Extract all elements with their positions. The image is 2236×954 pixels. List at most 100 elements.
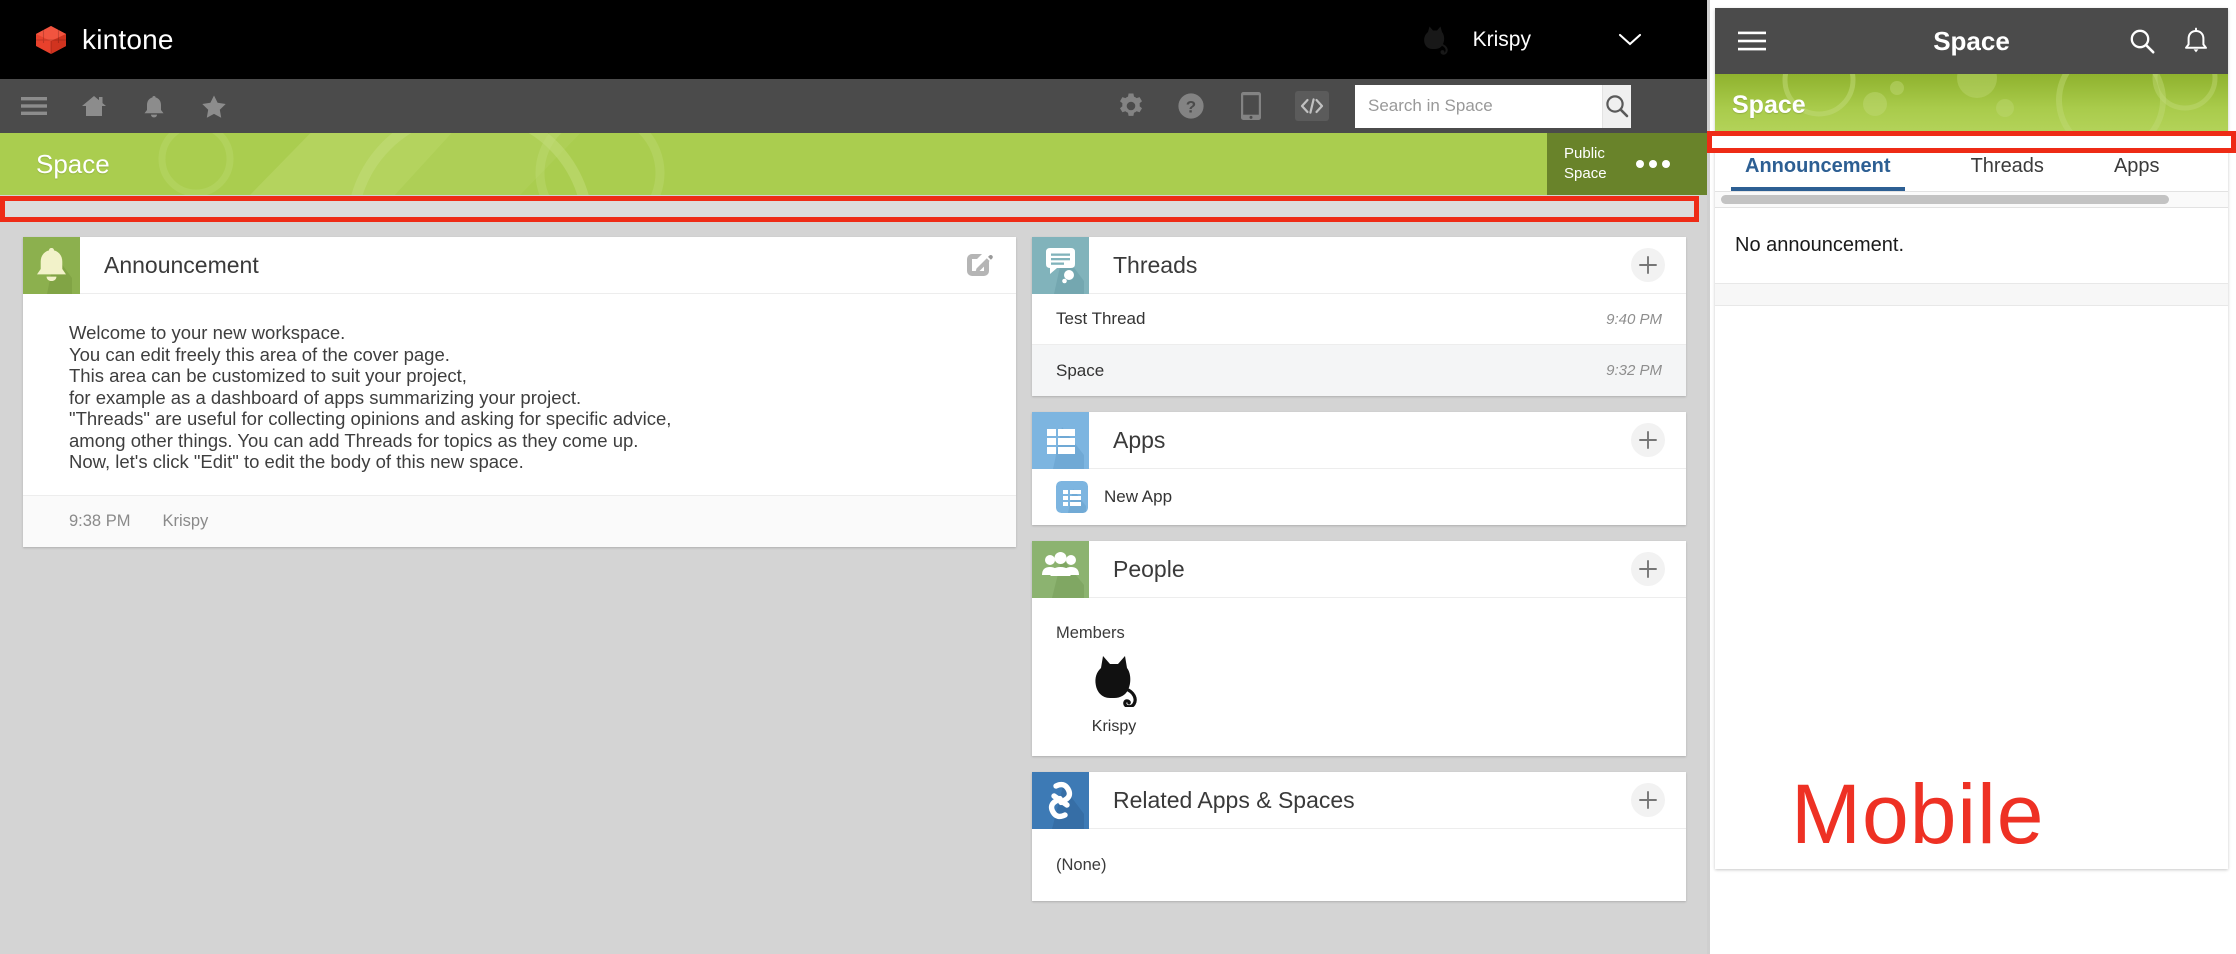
mobile-space-header: Space [1715, 74, 2228, 136]
people-panel-header: People [1032, 541, 1686, 598]
mobile-top-bar: Space [1715, 8, 2228, 74]
mobile-tab-scrollbar[interactable] [1715, 192, 2228, 208]
people-group-icon [1032, 541, 1089, 598]
table-row[interactable]: Test Thread 9:40 PM [1032, 294, 1686, 345]
mobile-content-strip [1715, 284, 2228, 306]
tab-announcement[interactable]: Announcement [1745, 155, 1891, 191]
apps-panel-header: Apps [1032, 412, 1686, 469]
threads-panel: Threads Test Thread 9:40 PM Space 9 [1032, 237, 1686, 396]
space-header-right: Public Space [1547, 133, 1707, 195]
hamburger-menu-icon[interactable] [1735, 24, 1769, 58]
mobile-device-icon[interactable] [1235, 90, 1267, 122]
svg-text:?: ? [1186, 97, 1196, 116]
more-options-icon[interactable] [1636, 160, 1670, 168]
people-title: People [1113, 556, 1185, 583]
code-brackets-icon[interactable] [1295, 91, 1329, 121]
member-card[interactable]: Krispy [1070, 651, 1158, 736]
link-chain-icon [1032, 772, 1089, 829]
status-badge: Public Space [1564, 144, 1626, 184]
announcement-panel: Announcement Welcome to your new workspa… [23, 237, 1016, 547]
mobile-empty-state: No announcement. [1715, 208, 2228, 284]
related-empty-label: (None) [1056, 856, 1106, 875]
mobile-space-title: Space [1732, 91, 1806, 120]
edit-pencil-icon[interactable] [960, 247, 996, 283]
search-icon[interactable] [1602, 85, 1631, 128]
bell-announcement-icon [23, 237, 80, 294]
bell-notification-icon[interactable] [137, 89, 171, 123]
add-app-button[interactable] [1630, 422, 1666, 458]
apps-panel: Apps [1032, 412, 1686, 525]
announcement-line: "Threads" are useful for collecting opin… [69, 408, 1016, 430]
apps-list-icon [1032, 412, 1089, 469]
plus-icon [1631, 783, 1665, 817]
user-menu[interactable]: Krispy [1417, 0, 1647, 79]
announcement-footer: 9:38 PM Krispy [23, 495, 1016, 547]
bell-notification-icon[interactable] [2180, 25, 2212, 57]
space-header-artwork [0, 133, 1707, 195]
search-icon[interactable] [2126, 25, 2158, 57]
hamburger-menu-icon[interactable] [17, 89, 51, 123]
threads-panel-header: Threads [1032, 237, 1686, 294]
announcement-timestamp: 9:38 PM [69, 512, 130, 531]
space-search-box[interactable] [1355, 85, 1631, 128]
add-thread-button[interactable] [1630, 247, 1666, 283]
cat-avatar-icon [1417, 23, 1451, 57]
desktop-space-tabstrip-highlight[interactable] [0, 196, 1699, 222]
add-related-button[interactable] [1630, 782, 1666, 818]
cat-avatar-icon [1088, 651, 1140, 712]
kintone-wordmark: kintone [82, 24, 174, 56]
desktop-nav-bar: ? [0, 79, 1707, 133]
announcement-body: Welcome to your new workspace. You can e… [23, 294, 1016, 495]
related-apps-spaces-panel: Related Apps & Spaces (None) [1032, 772, 1686, 901]
announcement-author: Krispy [162, 512, 208, 531]
announcement-line: This area can be customized to suit your… [69, 365, 1016, 387]
desktop-right-column: Threads Test Thread 9:40 PM Space 9 [1032, 237, 1686, 917]
members-label: Members [1056, 624, 1686, 643]
table-row[interactable]: Space 9:32 PM [1032, 345, 1686, 396]
add-person-button[interactable] [1630, 551, 1666, 587]
announcement-line: Welcome to your new workspace. [69, 322, 1016, 344]
mobile-device-view: Space [1707, 0, 2236, 954]
plus-icon [1631, 423, 1665, 457]
tab-threads[interactable]: Threads [1971, 155, 2044, 191]
no-announcement-label: No announcement. [1735, 234, 1904, 257]
app-mini-icon [1056, 481, 1088, 513]
user-name-label: Krispy [1473, 28, 1531, 52]
kintone-logo[interactable]: kintone [34, 24, 174, 56]
question-help-icon[interactable]: ? [1175, 90, 1207, 122]
screenshot-root: kintone Krispy [0, 0, 2236, 954]
page-title: Space [36, 149, 110, 180]
related-title: Related Apps & Spaces [1113, 787, 1355, 814]
thread-time: 9:32 PM [1606, 362, 1662, 379]
announcement-line: Now, let's click "Edit" to edit the body… [69, 451, 1016, 473]
chevron-down-icon[interactable] [1613, 23, 1647, 57]
thread-name: Test Thread [1056, 309, 1145, 329]
badge-line-public: Public [1564, 144, 1626, 164]
desktop-space-header: Space Public Space [0, 133, 1707, 195]
tab-apps[interactable]: Apps [2114, 155, 2160, 191]
gear-settings-icon[interactable] [1115, 90, 1147, 122]
related-panel-body: (None) [1032, 829, 1686, 901]
thread-name: Space [1056, 361, 1104, 381]
star-favorites-icon[interactable] [197, 89, 231, 123]
people-panel-body: Members Krispy [1032, 598, 1686, 756]
thread-bubble-icon [1032, 237, 1089, 294]
announcement-line: for example as a dashboard of apps summa… [69, 387, 1016, 409]
member-name: Krispy [1092, 718, 1136, 736]
plus-icon [1631, 248, 1665, 282]
related-panel-header: Related Apps & Spaces [1032, 772, 1686, 829]
kintone-cube-logo-icon [34, 25, 68, 55]
announcement-line: among other things. You can add Threads … [69, 430, 1016, 452]
mobile-tabstrip-highlight[interactable] [1707, 131, 2236, 153]
desktop-tabstrip-wrap [0, 195, 1707, 223]
thread-time: 9:40 PM [1606, 311, 1662, 328]
search-input[interactable] [1355, 85, 1602, 128]
list-item[interactable]: New App [1032, 469, 1686, 525]
desktop-browser-view: kintone Krispy [0, 0, 1707, 954]
desktop-top-bar: kintone Krispy [0, 0, 1707, 79]
people-panel: People Members [1032, 541, 1686, 756]
app-name: New App [1104, 487, 1172, 507]
scrollbar-thumb[interactable] [1721, 195, 2169, 204]
home-icon[interactable] [77, 89, 111, 123]
announcement-title: Announcement [104, 252, 259, 279]
